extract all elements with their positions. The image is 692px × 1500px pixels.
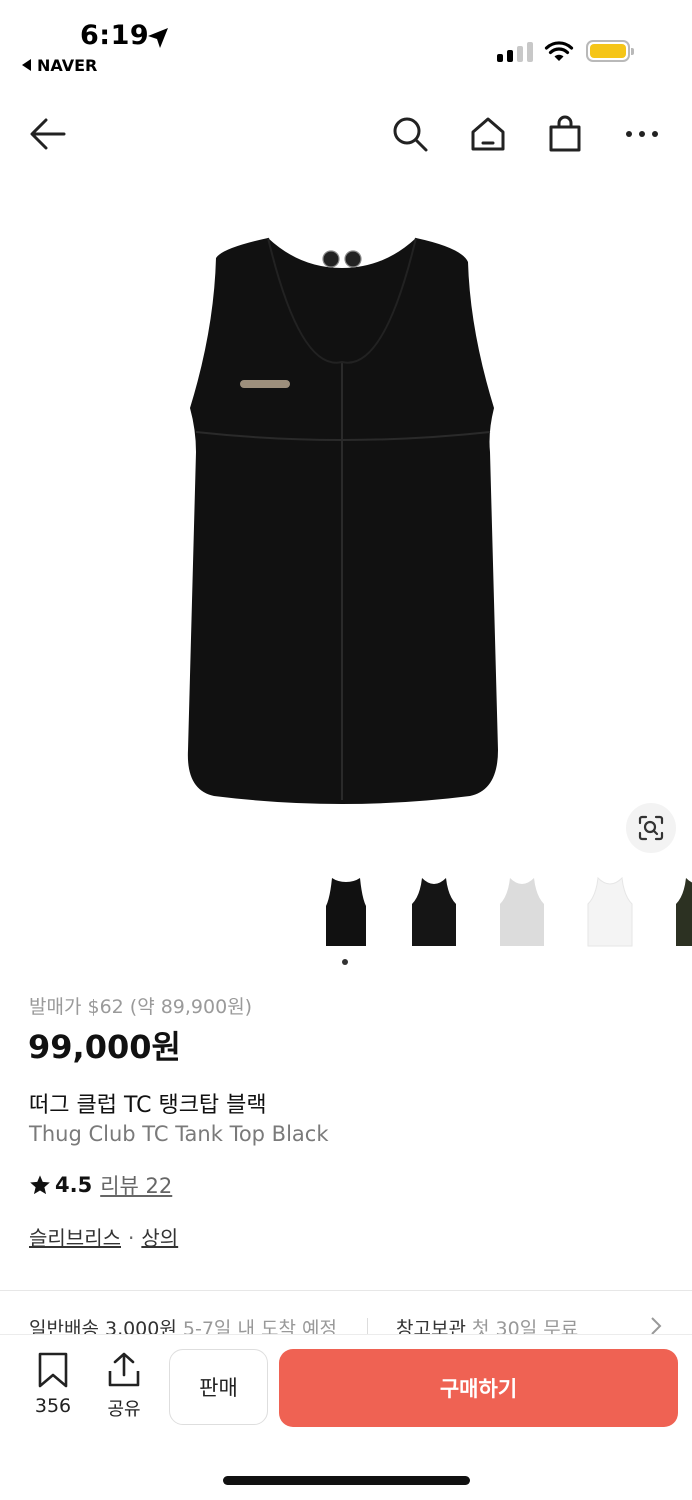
original-release-price: 발매가 $62 (약 89,900원) bbox=[29, 996, 253, 1018]
search-icon bbox=[393, 117, 428, 152]
lens-scan-icon bbox=[638, 815, 664, 841]
section-divider bbox=[0, 1290, 692, 1291]
cart-button[interactable] bbox=[543, 112, 587, 156]
arrow-left-icon bbox=[30, 118, 66, 150]
back-to-app-link[interactable]: NAVER bbox=[22, 56, 97, 75]
more-button[interactable] bbox=[620, 112, 664, 156]
thumbnail-white-tank[interactable] bbox=[572, 868, 648, 958]
review-link[interactable]: 리뷰 22 bbox=[100, 1170, 172, 1200]
thumbnail-black-tank-1[interactable] bbox=[308, 868, 384, 958]
bookmark-button[interactable]: 356 bbox=[32, 1351, 74, 1417]
battery-icon bbox=[586, 40, 634, 62]
product-title-korean: 떠그 클럽 TC 탱크탑 블랙 bbox=[29, 1093, 267, 1118]
status-time: 6:19 bbox=[80, 20, 150, 51]
category-breadcrumb: 슬리브리스 · 상의 bbox=[29, 1222, 178, 1251]
thumbnail-black-tank-2[interactable] bbox=[396, 868, 472, 958]
current-price: 99,000원 bbox=[28, 1028, 181, 1066]
shopping-bag-icon bbox=[549, 115, 581, 152]
sell-button[interactable]: 판매 bbox=[169, 1349, 268, 1425]
share-label: 공유 bbox=[107, 1399, 141, 1420]
thumbnail-gray-tank[interactable] bbox=[484, 868, 560, 958]
product-title-english: Thug Club TC Tank Top Black bbox=[29, 1122, 329, 1146]
thumbnail-carousel[interactable] bbox=[0, 868, 692, 958]
status-bar: 6:19 NAVER bbox=[0, 0, 692, 90]
star-icon bbox=[30, 1175, 50, 1195]
wifi-icon bbox=[544, 41, 574, 61]
chevron-right-icon bbox=[651, 1317, 662, 1335]
image-search-button[interactable] bbox=[626, 803, 676, 853]
search-button[interactable] bbox=[388, 112, 432, 156]
rating-row: 4.5 리뷰 22 bbox=[29, 1170, 172, 1200]
cellular-signal-icon bbox=[497, 40, 533, 62]
buy-button[interactable]: 구매하기 bbox=[279, 1349, 678, 1427]
product-image[interactable] bbox=[0, 170, 692, 860]
thumbnail-olive-tank[interactable] bbox=[660, 868, 692, 958]
brand-category-link[interactable]: 슬리브리스 bbox=[29, 1226, 121, 1250]
rating-score: 4.5 bbox=[55, 1173, 93, 1197]
share-button[interactable]: 공유 bbox=[102, 1351, 146, 1421]
more-dots-icon bbox=[626, 131, 658, 137]
share-icon bbox=[108, 1352, 140, 1387]
home-icon bbox=[471, 117, 505, 151]
back-button[interactable] bbox=[26, 112, 70, 156]
back-triangle-icon bbox=[22, 59, 31, 71]
bookmark-icon bbox=[38, 1352, 68, 1388]
location-arrow-icon bbox=[148, 28, 168, 48]
carousel-page-indicator bbox=[342, 959, 348, 965]
shipping-options-row[interactable]: 일반배송 3,000원 5-7일 내 도착 예정 창고보관 첫 30일 무료 bbox=[29, 1314, 692, 1336]
bookmark-count: 356 bbox=[34, 1395, 72, 1417]
home-button[interactable] bbox=[466, 112, 510, 156]
home-indicator[interactable] bbox=[223, 1476, 470, 1485]
category-separator: · bbox=[128, 1226, 135, 1250]
category-link[interactable]: 상의 bbox=[141, 1226, 178, 1250]
back-app-label: NAVER bbox=[37, 56, 98, 75]
